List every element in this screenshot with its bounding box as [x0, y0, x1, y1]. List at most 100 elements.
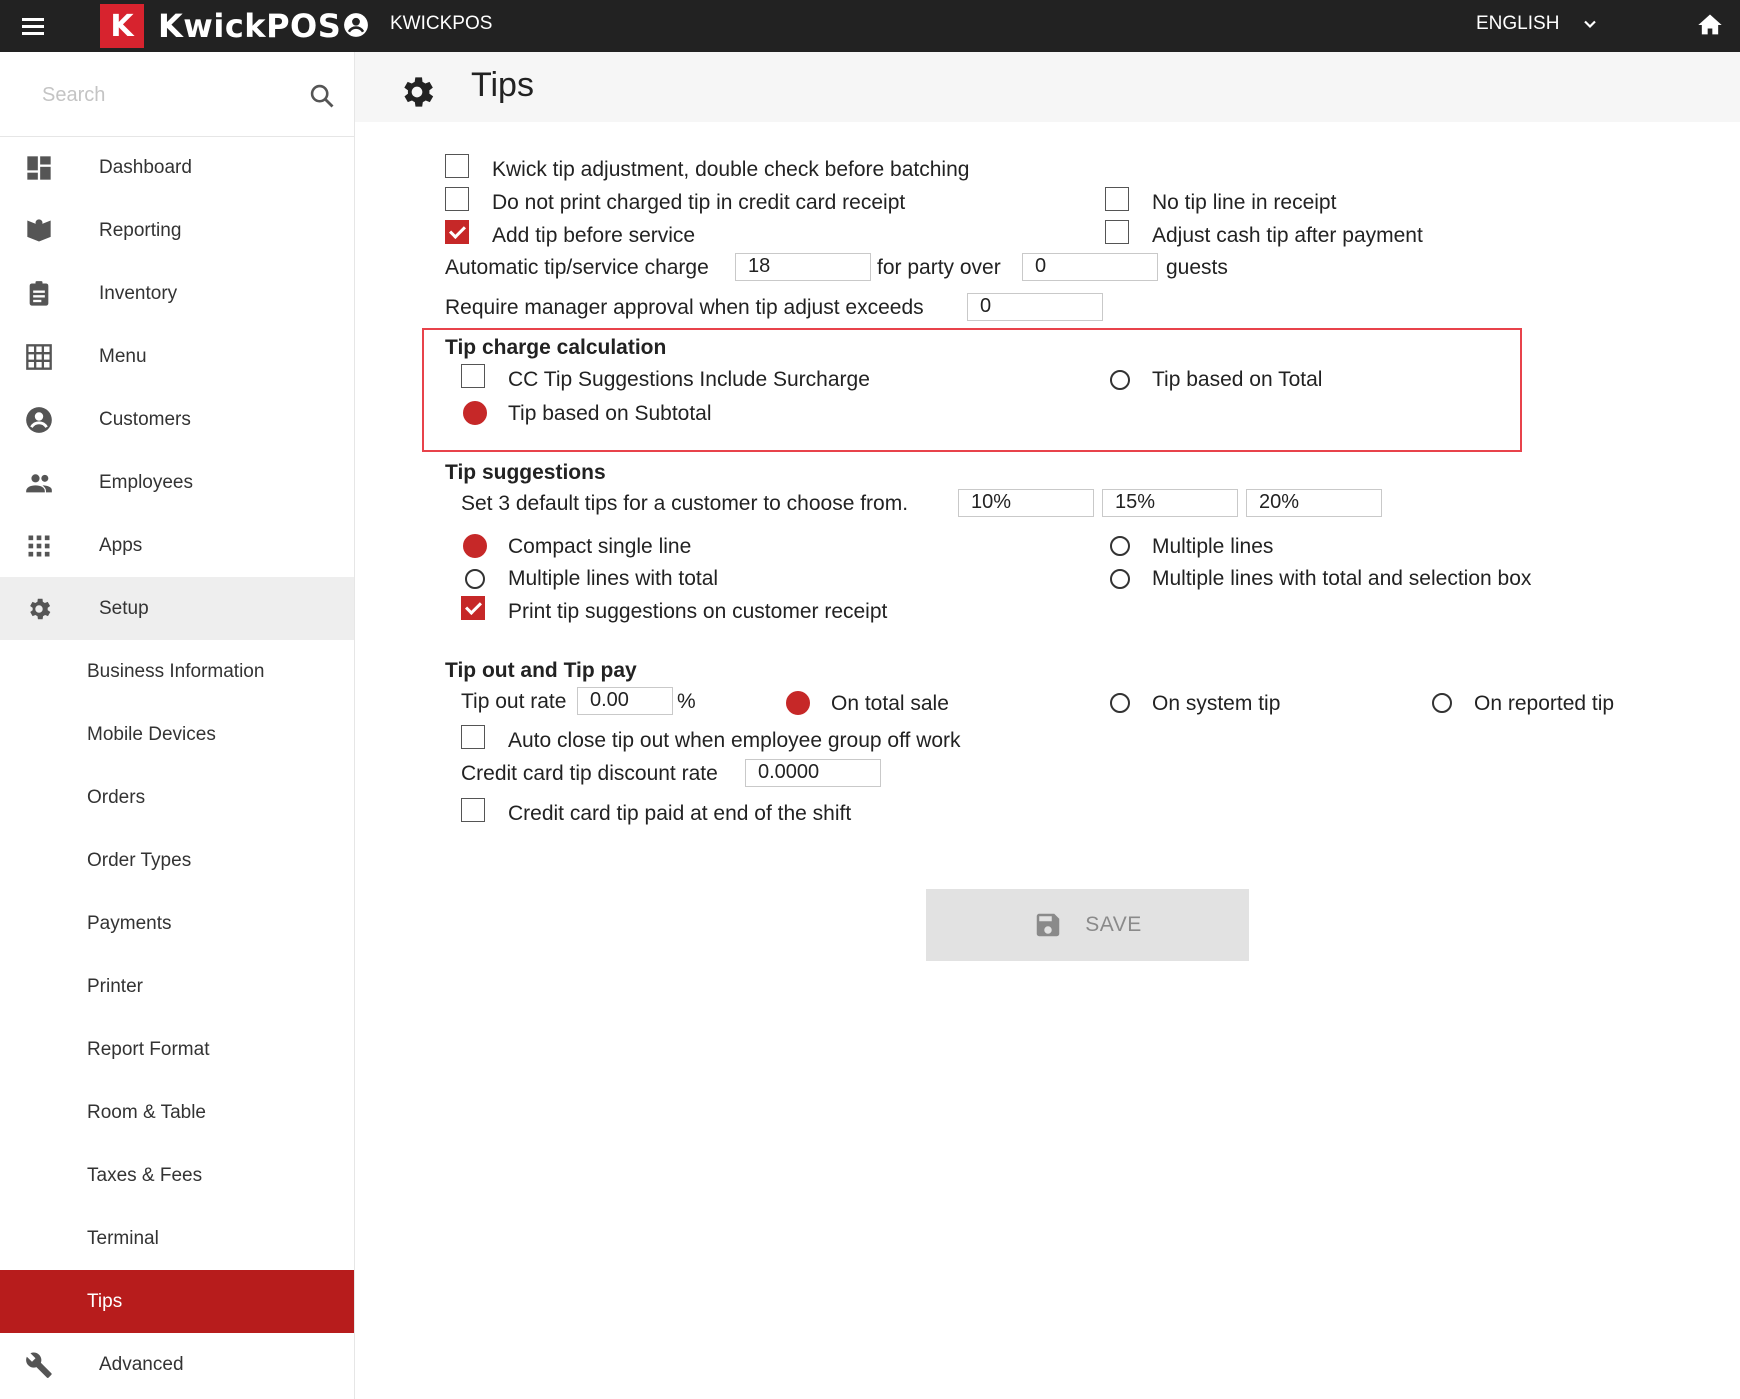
add-tip-before-service-checkbox[interactable] [445, 220, 469, 244]
setup-item-taxes-fees[interactable]: Taxes & Fees [0, 1144, 354, 1207]
tip-out-rate-input[interactable]: 0.00 [577, 687, 673, 715]
manager-approval-label: Require manager approval when tip adjust… [445, 296, 924, 319]
page-header: Tips [355, 52, 1740, 122]
manager-approval-input[interactable]: 0 [967, 293, 1103, 321]
apps-icon [28, 535, 50, 557]
setup-item-orders[interactable]: Orders [0, 766, 354, 829]
setup-item-payments[interactable]: Payments [0, 892, 354, 955]
sidebar-item-label: Customers [99, 408, 191, 430]
sidebar-item-inventory[interactable]: Inventory [0, 262, 354, 325]
auto-close-tip-out-checkbox[interactable] [461, 725, 485, 749]
account-circle-icon[interactable] [343, 12, 369, 38]
gear-icon [30, 598, 51, 620]
setup-item-order-types[interactable]: Order Types [0, 829, 354, 892]
print-tip-suggestions-checkbox[interactable] [461, 596, 485, 620]
setup-item-tips[interactable]: Tips [0, 1270, 354, 1333]
tip-on-subtotal-radio[interactable] [463, 401, 487, 425]
hamburger-menu-icon[interactable] [22, 12, 52, 40]
sidebar-item-customers[interactable]: Customers [0, 388, 354, 451]
employees-icon [26, 474, 52, 493]
multiple-lines-total-radio[interactable] [465, 569, 485, 589]
auto-close-tip-out-label: Auto close tip out when employee group o… [508, 729, 961, 752]
setup-item-business-information[interactable]: Business Information [0, 640, 354, 703]
language-selector[interactable]: ENGLISH [1476, 13, 1559, 35]
sidebar-item-employees[interactable]: Employees [0, 451, 354, 514]
save-button[interactable]: SAVE [926, 889, 1249, 961]
search-input[interactable] [40, 78, 294, 112]
tip-suggestion-1-input[interactable]: 10% [958, 489, 1094, 517]
sidebar-item-label: Reporting [99, 219, 182, 241]
sidebar-item-setup[interactable]: Setup [0, 577, 354, 640]
setup-item-terminal[interactable]: Terminal [0, 1207, 354, 1270]
tip-charge-title: Tip charge calculation [445, 336, 667, 359]
logo-text: KwickPOS [158, 7, 342, 45]
setup-item-label: Printer [87, 975, 143, 997]
setup-item-label: Report Format [87, 1038, 210, 1060]
setup-item-room-table[interactable]: Room & Table [0, 1081, 354, 1144]
party-over-input[interactable]: 0 [1022, 253, 1158, 281]
tip-on-total-label: Tip based on Total [1152, 368, 1323, 391]
add-tip-before-service-label: Add tip before service [492, 224, 696, 247]
cc-surcharge-label: CC Tip Suggestions Include Surcharge [508, 368, 870, 391]
multiple-lines-total-label: Multiple lines with total [508, 567, 719, 590]
cc-surcharge-checkbox[interactable] [461, 364, 485, 388]
tip-out-title: Tip out and Tip pay [445, 659, 637, 682]
tip-suggestion-2-input[interactable]: 15% [1102, 489, 1238, 517]
on-reported-tip-label: On reported tip [1474, 692, 1615, 715]
cc-paid-end-shift-checkbox[interactable] [461, 798, 485, 822]
setup-item-label: Tips [87, 1290, 123, 1312]
sidebar-item-dashboard[interactable]: Dashboard [0, 136, 354, 199]
setup-item-label: Terminal [87, 1227, 159, 1249]
setup-item-printer[interactable]: Printer [0, 955, 354, 1018]
auto-tip-input[interactable]: 18 [735, 253, 871, 281]
no-tip-line-checkbox[interactable] [1105, 187, 1129, 211]
sidebar-item-label: Menu [99, 345, 147, 367]
multiple-lines-total-box-label: Multiple lines with total and selection … [1152, 567, 1532, 590]
on-total-sale-radio[interactable] [786, 691, 810, 715]
tip-out-rate-label: Tip out rate [461, 690, 567, 713]
setup-item-label: Order Types [87, 849, 192, 871]
adjust-cash-tip-checkbox[interactable] [1105, 220, 1129, 244]
tip-on-subtotal-label: Tip based on Subtotal [508, 402, 712, 425]
kwick-tip-adjust-checkbox[interactable] [445, 154, 469, 178]
no-tip-line-label: No tip line in receipt [1152, 191, 1337, 214]
no-print-charged-tip-checkbox[interactable] [445, 187, 469, 211]
tip-on-total-radio[interactable] [1110, 370, 1130, 390]
on-system-tip-radio[interactable] [1110, 693, 1130, 713]
home-icon[interactable] [1696, 11, 1724, 39]
on-total-sale-label: On total sale [831, 692, 949, 715]
sidebar-item-label: Advanced [99, 1353, 184, 1375]
tip-suggestion-3-input[interactable]: 20% [1246, 489, 1382, 517]
default-tips-label: Set 3 default tips for a customer to cho… [461, 492, 909, 515]
multiple-lines-label: Multiple lines [1152, 535, 1274, 558]
account-name[interactable]: KWICKPOS [390, 13, 492, 35]
sidebar-item-advanced[interactable]: Advanced [0, 1333, 354, 1396]
top-bar: K KwickPOS KWICKPOS ENGLISH [0, 0, 1740, 52]
setup-item-report-format[interactable]: Report Format [0, 1018, 354, 1081]
setup-item-label: Room & Table [87, 1101, 206, 1123]
sidebar-item-reporting[interactable]: Reporting [0, 199, 354, 262]
setup-item-label: Orders [87, 786, 146, 808]
cc-paid-end-shift-label: Credit card tip paid at end of the shift [508, 802, 852, 825]
app-logo[interactable]: K KwickPOS [100, 4, 341, 48]
compact-single-line-radio[interactable] [463, 534, 487, 558]
no-print-charged-tip-label: Do not print charged tip in credit card … [492, 191, 906, 214]
party-over-label: for party over [877, 256, 1001, 279]
search-icon[interactable] [308, 82, 336, 110]
setup-item-label: Business Information [87, 660, 265, 682]
on-reported-tip-radio[interactable] [1432, 693, 1452, 713]
percent-sign: % [677, 690, 696, 713]
multiple-lines-total-box-radio[interactable] [1110, 569, 1130, 589]
setup-item-label: Taxes & Fees [87, 1164, 203, 1186]
save-icon [1037, 913, 1060, 937]
tip-suggestions-title: Tip suggestions [445, 461, 606, 484]
sidebar-item-apps[interactable]: Apps [0, 514, 354, 577]
save-button-label: SAVE [1085, 913, 1142, 936]
cc-discount-input[interactable]: 0.0000 [745, 759, 881, 787]
setup-item-label: Mobile Devices [87, 723, 216, 745]
chevron-down-icon[interactable] [1580, 14, 1600, 34]
setup-item-mobile-devices[interactable]: Mobile Devices [0, 703, 354, 766]
multiple-lines-radio[interactable] [1110, 536, 1130, 556]
sidebar-item-label: Employees [99, 471, 193, 493]
sidebar-item-menu[interactable]: Menu [0, 325, 354, 388]
